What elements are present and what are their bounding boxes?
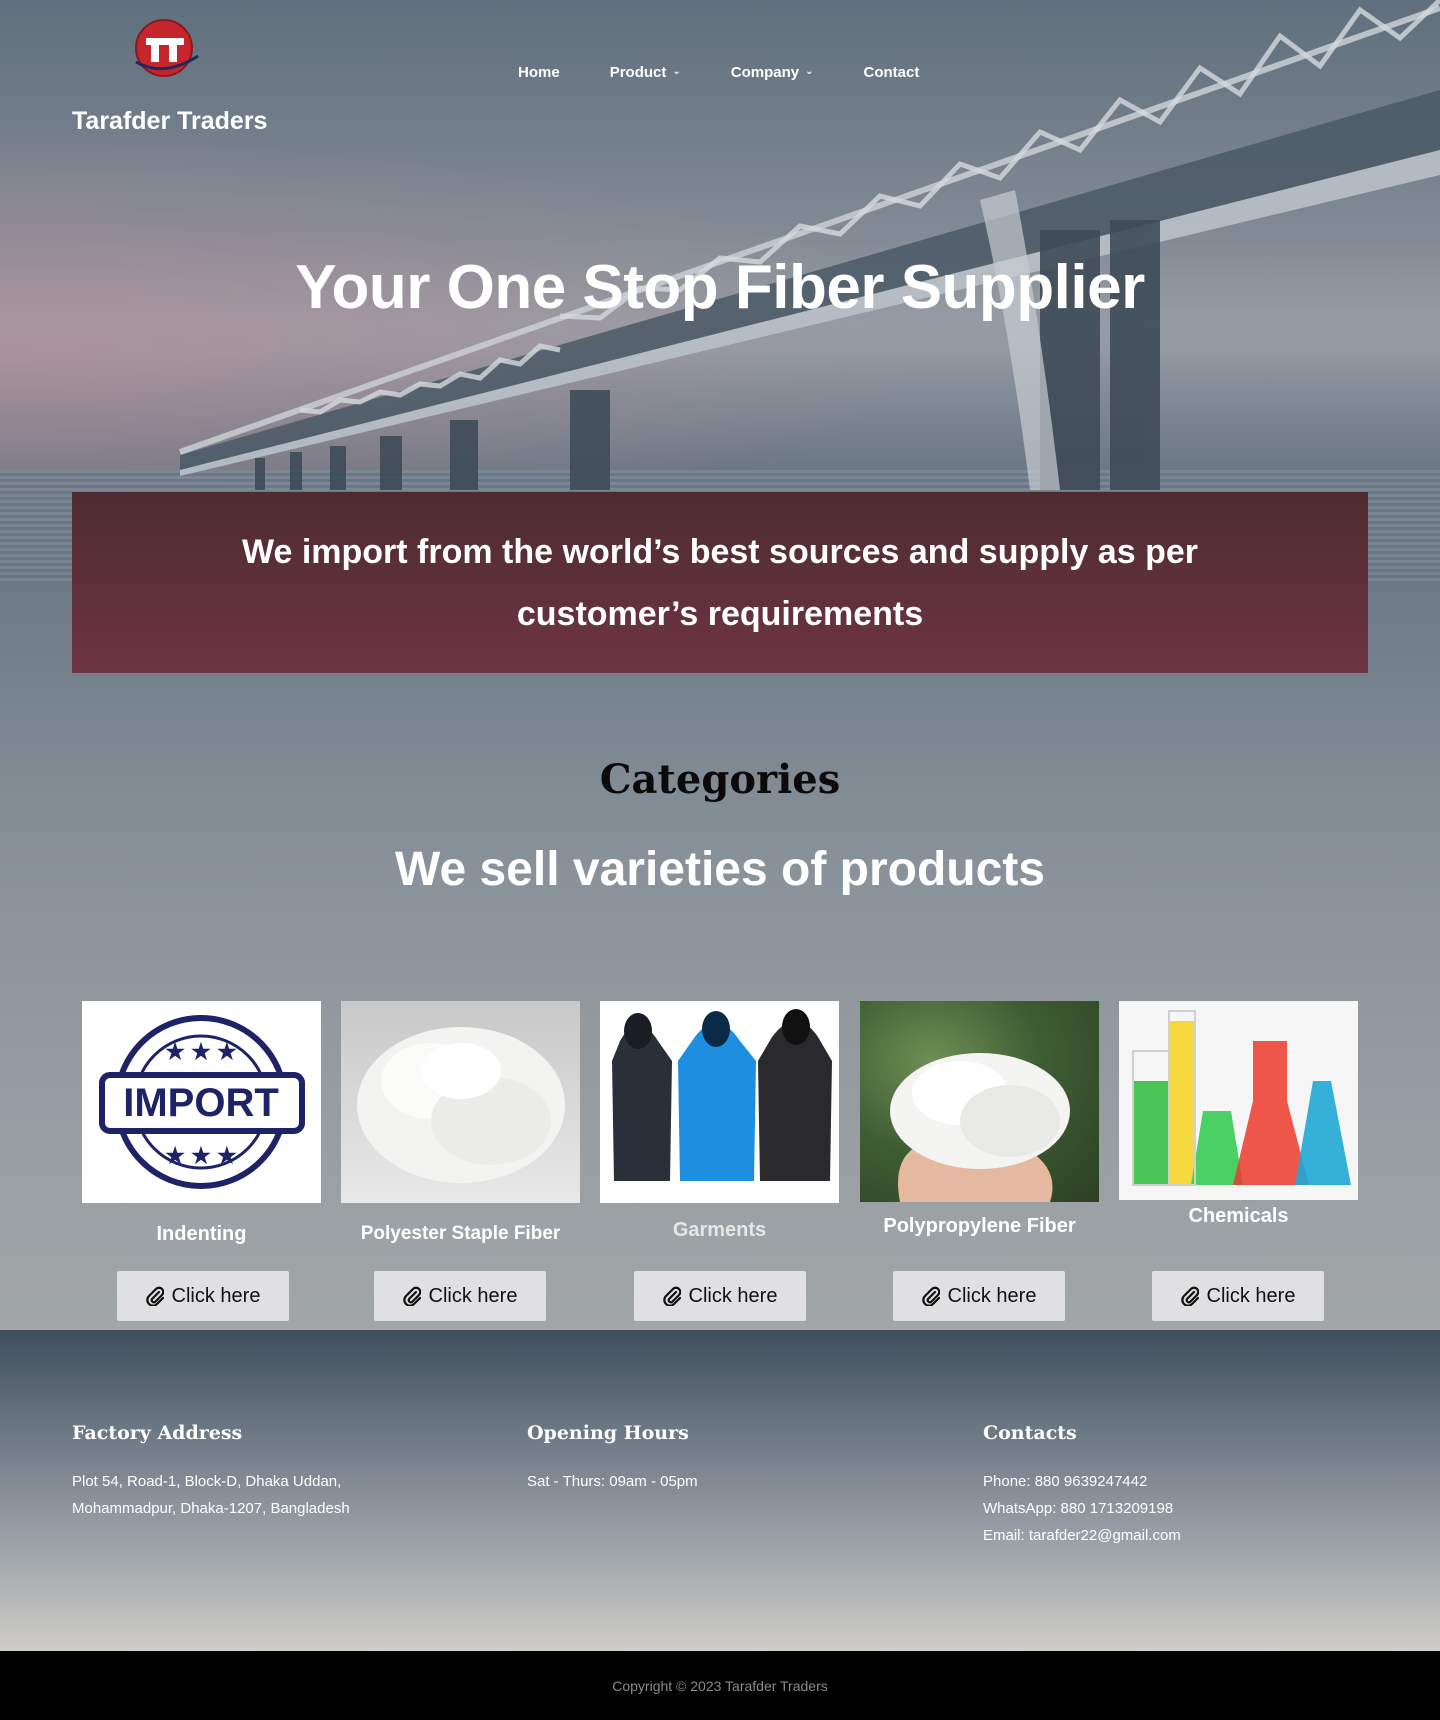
contact-phone[interactable]: Phone: 880 9639247442 <box>983 1468 1181 1495</box>
click-here-button[interactable]: Click here <box>117 1271 289 1321</box>
categories-heading: Categories <box>599 756 841 803</box>
nav-home[interactable]: Home <box>518 64 560 81</box>
footer-contacts: Contacts Phone: 880 9639247442 WhatsApp:… <box>983 1422 1181 1549</box>
footer-heading: Opening Hours <box>527 1422 689 1444</box>
nav-company[interactable]: Company ⌄ <box>731 64 814 81</box>
hours-line: Sat - Thurs: 09am - 05pm <box>527 1473 698 1490</box>
category-name: Chemicals <box>1188 1205 1289 1227</box>
nav-product[interactable]: Product ⌄ <box>610 64 681 81</box>
paperclip-icon <box>921 1286 940 1306</box>
hero-title: Your One Stop Fiber Supplier <box>295 253 1145 322</box>
paperclip-icon <box>1180 1286 1199 1306</box>
main-nav: Home Product ⌄ Company ⌄ Contact <box>518 64 969 81</box>
paperclip-icon <box>145 1286 164 1306</box>
click-here-button[interactable]: Click here <box>634 1271 806 1321</box>
paperclip-icon <box>662 1286 681 1306</box>
category-name: Indenting <box>156 1223 247 1245</box>
click-here-button[interactable]: Click here <box>374 1271 546 1321</box>
button-label: Click here <box>947 1284 1037 1307</box>
contact-whatsapp[interactable]: WhatsApp: 880 1713209198 <box>983 1495 1181 1522</box>
brand-name[interactable]: Tarafder Traders <box>72 107 267 136</box>
logo-icon[interactable] <box>132 16 200 84</box>
nav-home-label: Home <box>518 64 560 81</box>
click-here-button[interactable]: Click here <box>1152 1271 1324 1321</box>
chemicals-image <box>1119 1001 1358 1200</box>
button-label: Click here <box>171 1284 261 1307</box>
button-label: Click here <box>1206 1284 1296 1307</box>
paperclip-icon <box>402 1286 421 1306</box>
category-name: Polyester Staple Fiber <box>360 1223 561 1244</box>
nav-contact[interactable]: Contact <box>863 64 919 81</box>
copyright-bar: Copyright © 2023 Tarafder Traders <box>0 1651 1440 1720</box>
contact-email[interactable]: Email: tarafder22@gmail.com <box>983 1522 1181 1549</box>
copyright-text: Copyright © 2023 Tarafder Traders <box>612 1677 828 1694</box>
nav-contact-label: Contact <box>863 64 920 81</box>
footer-heading: Factory Address <box>72 1422 243 1444</box>
chevron-down-icon: ⌄ <box>672 66 681 77</box>
svg-text:★ ★ ★: ★ ★ ★ <box>165 1039 237 1064</box>
garments-image <box>600 1001 839 1203</box>
polyester-fiber-image <box>341 1001 580 1203</box>
category-name: Garments <box>672 1219 767 1241</box>
address-line: Plot 54, Road-1, Block-D, Dhaka Uddan, <box>72 1473 342 1490</box>
chevron-down-icon: ⌄ <box>805 66 814 77</box>
footer-heading: Contacts <box>983 1422 1077 1444</box>
footer-factory-address: Factory Address Plot 54, Road-1, Block-D… <box>72 1422 350 1522</box>
footer-opening-hours: Opening Hours Sat - Thurs: 09am - 05pm <box>527 1422 698 1495</box>
nav-company-label: Company <box>730 64 800 81</box>
click-here-button[interactable]: Click here <box>893 1271 1065 1321</box>
tagline-banner: We import from the world’s best sources … <box>72 492 1368 673</box>
nav-product-label: Product <box>609 64 667 81</box>
svg-text:★ ★ ★: ★ ★ ★ <box>165 1143 237 1168</box>
address-line: Mohammadpur, Dhaka-1207, Bangladesh <box>72 1500 350 1517</box>
banner-text: We import from the world’s best sources … <box>242 532 1198 633</box>
category-name: Polypropylene Fiber <box>883 1215 1076 1237</box>
polypropylene-fiber-image <box>860 1001 1099 1202</box>
import-stamp-image: IMPORT ★ ★ ★ ★ ★ ★ <box>82 1001 321 1203</box>
button-label: Click here <box>688 1284 778 1307</box>
svg-text:IMPORT: IMPORT <box>123 1081 279 1125</box>
button-label: Click here <box>428 1284 518 1307</box>
categories-subtitle: We sell varieties of products <box>395 843 1045 896</box>
